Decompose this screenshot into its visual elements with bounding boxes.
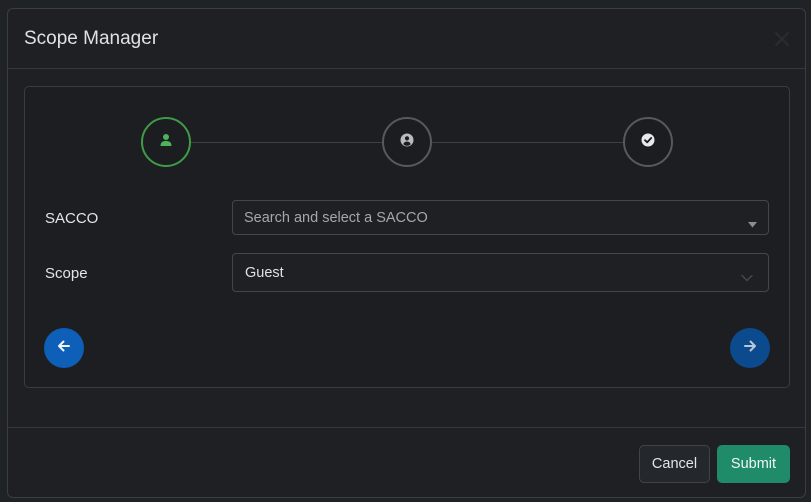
submit-button[interactable]: Submit	[717, 445, 790, 483]
arrow-right-icon	[742, 338, 758, 359]
check-circle-icon	[641, 133, 655, 152]
chevron-down-icon	[741, 269, 753, 287]
sacco-label: SACCO	[45, 210, 99, 227]
step-connector	[431, 142, 625, 143]
scope-manager-modal: Scope Manager SACCO Search and select a …	[7, 8, 806, 498]
user-icon	[159, 133, 173, 152]
close-icon[interactable]	[770, 27, 794, 51]
footer-divider	[8, 427, 805, 428]
user-circle-icon	[400, 133, 414, 152]
scope-value: Guest	[245, 265, 284, 281]
step-2[interactable]	[382, 117, 432, 167]
modal-header: Scope Manager	[8, 9, 805, 69]
scope-select[interactable]: Guest	[232, 253, 769, 292]
wizard-panel: SACCO Search and select a SACCO Scope Gu…	[24, 86, 790, 388]
sacco-placeholder: Search and select a SACCO	[244, 210, 428, 226]
next-button[interactable]	[730, 328, 770, 368]
step-3[interactable]	[623, 117, 673, 167]
caret-down-icon	[748, 215, 757, 233]
sacco-select[interactable]: Search and select a SACCO	[232, 200, 769, 235]
step-connector	[190, 142, 384, 143]
arrow-left-icon	[56, 338, 72, 359]
scope-label: Scope	[45, 265, 88, 282]
cancel-button[interactable]: Cancel	[639, 445, 710, 483]
back-button[interactable]	[44, 328, 84, 368]
step-1[interactable]	[141, 117, 191, 167]
modal-title: Scope Manager	[24, 28, 159, 49]
